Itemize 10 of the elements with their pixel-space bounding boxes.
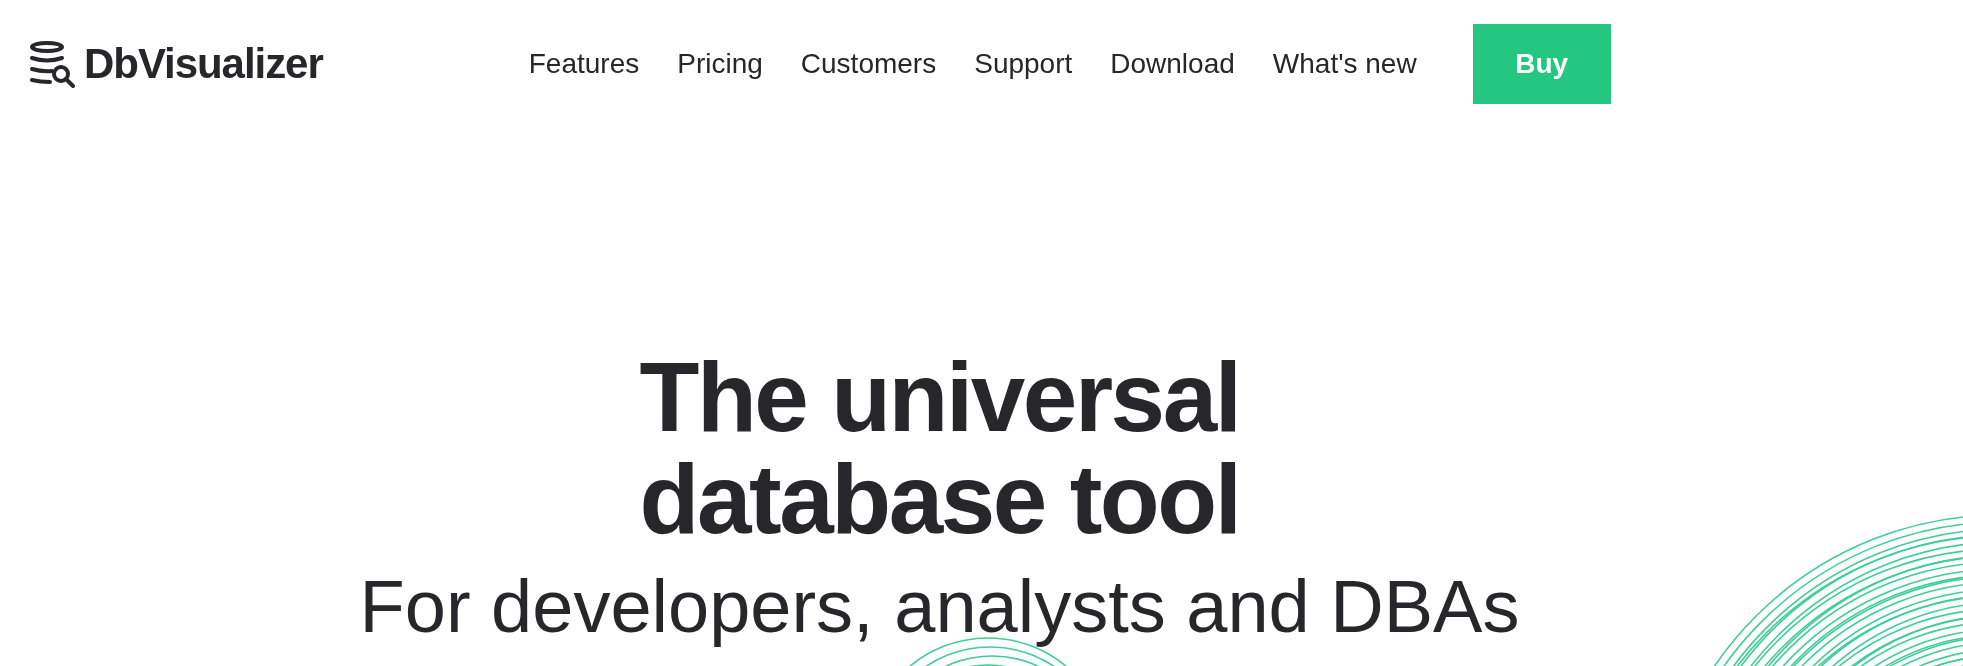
nav-link[interactable]: What's new	[1272, 43, 1417, 85]
nav-link[interactable]: Features	[528, 43, 640, 85]
nav-link[interactable]: Customers	[800, 43, 937, 85]
hero-subtitle: For developers, analysts and DBAs	[359, 566, 1520, 648]
hero-title: The universal database tool	[639, 346, 1240, 550]
nav-link[interactable]: Support	[974, 43, 1073, 85]
brand-logo[interactable]: DbVisualizer	[84, 43, 323, 85]
nav-link[interactable]: Pricing	[677, 43, 763, 85]
database-search-icon	[28, 40, 78, 88]
nav-link[interactable]: Download	[1110, 43, 1235, 85]
